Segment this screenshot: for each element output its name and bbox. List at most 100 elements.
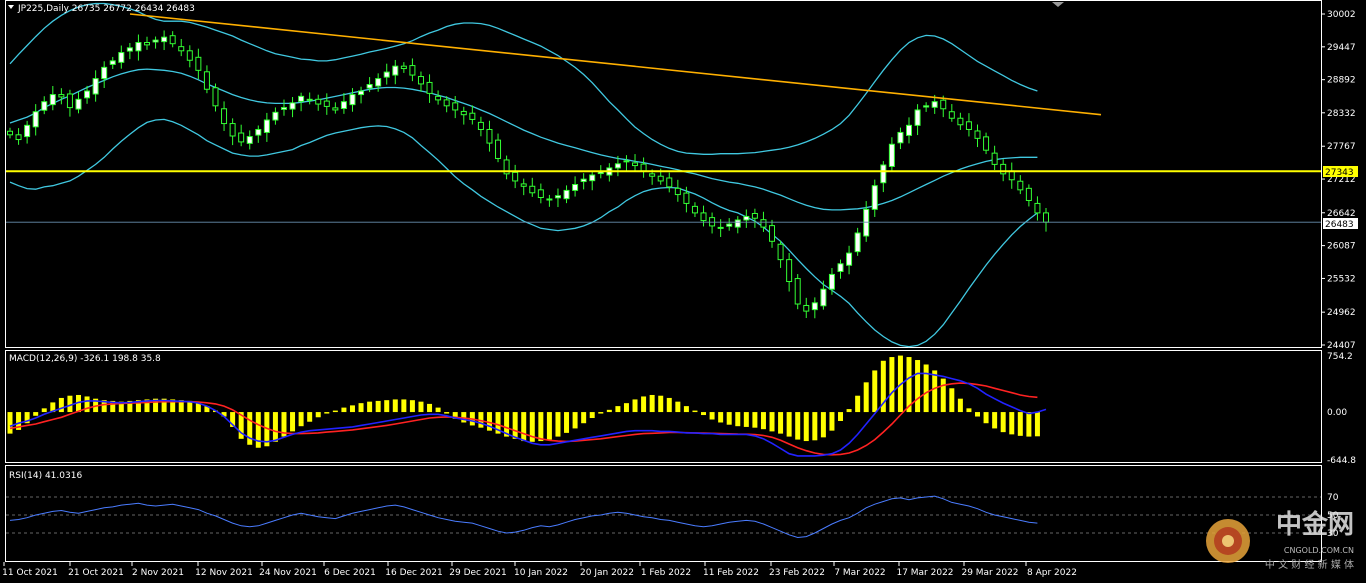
candle-body (957, 117, 964, 126)
macd-histogram-bar (812, 412, 818, 441)
candle-body (906, 124, 913, 136)
candle-body (49, 94, 56, 106)
candle-body (383, 71, 390, 78)
macd-histogram-bar (341, 407, 347, 413)
macd-histogram-bar (795, 412, 801, 440)
macd-histogram-bar (7, 412, 13, 434)
candle-body (306, 98, 313, 101)
candle-body (75, 98, 82, 110)
candle-body (948, 111, 955, 119)
candle-body (58, 94, 65, 98)
candle-body (221, 108, 228, 125)
candle-body (375, 78, 382, 87)
candle-body (1000, 163, 1007, 175)
price-axis-label: 27767 (1327, 142, 1356, 152)
macd-histogram-bar (735, 412, 741, 427)
macd-histogram-bar (409, 400, 415, 413)
macd-axis-label: -644.8 (1327, 456, 1356, 466)
price-panel (5, 0, 1322, 348)
candle-body (931, 101, 938, 108)
time-axis-label: 11 Oct 2021 (2, 568, 58, 578)
macd-histogram-bar (546, 412, 552, 440)
candle-body (974, 130, 981, 139)
price-axis-label: 25532 (1327, 274, 1356, 284)
time-axis-label: 11 Feb 2022 (703, 568, 759, 578)
macd-histogram-bar (889, 357, 895, 413)
macd-histogram-bar (67, 395, 73, 413)
macd-histogram-bar (632, 399, 638, 413)
candle-body (1025, 187, 1032, 201)
macd-histogram-bar (803, 412, 809, 442)
rsi-panel (5, 465, 1322, 562)
candle-body (863, 208, 870, 237)
candle-body (24, 124, 31, 138)
macd-histogram-bar (290, 412, 296, 432)
price-axis-label: 29447 (1327, 43, 1356, 53)
candle-body (315, 98, 322, 105)
macd-histogram-bar (966, 408, 972, 413)
macd-histogram-bar (521, 412, 527, 442)
watermark-tagline: 中 文 财 经 新 媒 体 (1264, 560, 1354, 571)
macd-histogram-bar (401, 399, 407, 413)
candle-body (700, 212, 707, 222)
time-axis-label: 8 Apr 2022 (1027, 568, 1077, 578)
time-axis-label: 10 Jan 2022 (514, 568, 568, 578)
candle-body (289, 102, 296, 110)
candle-body (460, 110, 467, 116)
macd-histogram-bar (512, 412, 518, 439)
candle-body (769, 225, 776, 242)
candle-body (546, 198, 553, 201)
candle-body (512, 171, 519, 182)
candle-body (751, 212, 758, 219)
candle-body (452, 102, 459, 111)
candle-body (143, 42, 150, 46)
time-axis-label: 17 Mar 2022 (896, 568, 953, 578)
candle-body (657, 175, 664, 182)
candle-body (84, 90, 91, 99)
candle-body (1034, 202, 1041, 214)
macd-histogram-bar (760, 412, 766, 430)
macd-histogram-bar (392, 399, 398, 413)
macd-histogram-bar (820, 412, 826, 438)
candle-body (623, 160, 630, 163)
candle-body (717, 226, 724, 229)
candle-body (991, 152, 998, 165)
chart-canvas: 3000229447288922833227767272122664226087… (2, 0, 1358, 578)
candle-body (409, 65, 416, 76)
time-axis-label: 7 Mar 2022 (834, 568, 885, 578)
candle-body (349, 94, 356, 106)
time-axis-label: 12 Nov 2021 (195, 568, 253, 578)
candle-body (674, 187, 681, 196)
macd-histogram-bar (692, 410, 698, 413)
candle-body (340, 101, 347, 109)
candle-body (846, 252, 853, 266)
candle-body (563, 189, 570, 200)
candle-body (743, 215, 750, 221)
macd-histogram-bar (1034, 412, 1040, 437)
macd-histogram-bar (298, 412, 304, 427)
candle-body (392, 65, 399, 76)
candle-body (880, 164, 887, 184)
macd-histogram-bar (701, 412, 707, 416)
candle-body (914, 109, 921, 126)
macd-histogram-bar (581, 412, 587, 424)
macd-histogram-bar (786, 412, 792, 437)
macd-histogram-bar (598, 412, 604, 414)
candle-body (366, 84, 373, 89)
macd-histogram-bar (769, 412, 775, 432)
macd-histogram-bar (1000, 412, 1006, 433)
candle-body (537, 189, 544, 199)
candle-body (152, 39, 159, 43)
candle-body (691, 205, 698, 214)
candle-body (572, 183, 579, 191)
time-axis-label: 23 Feb 2022 (769, 568, 825, 578)
macd-histogram-bar (709, 412, 715, 420)
candle-body (126, 47, 133, 52)
candle-body (786, 259, 793, 283)
macd-histogram-bar (641, 396, 647, 413)
macd-histogram-bar (418, 401, 424, 413)
time-axis-label: 2 Nov 2021 (132, 568, 184, 578)
macd-histogram-bar (872, 370, 878, 413)
macd-axis-label: 0.00 (1327, 408, 1347, 418)
macd-histogram-bar (1026, 412, 1032, 437)
